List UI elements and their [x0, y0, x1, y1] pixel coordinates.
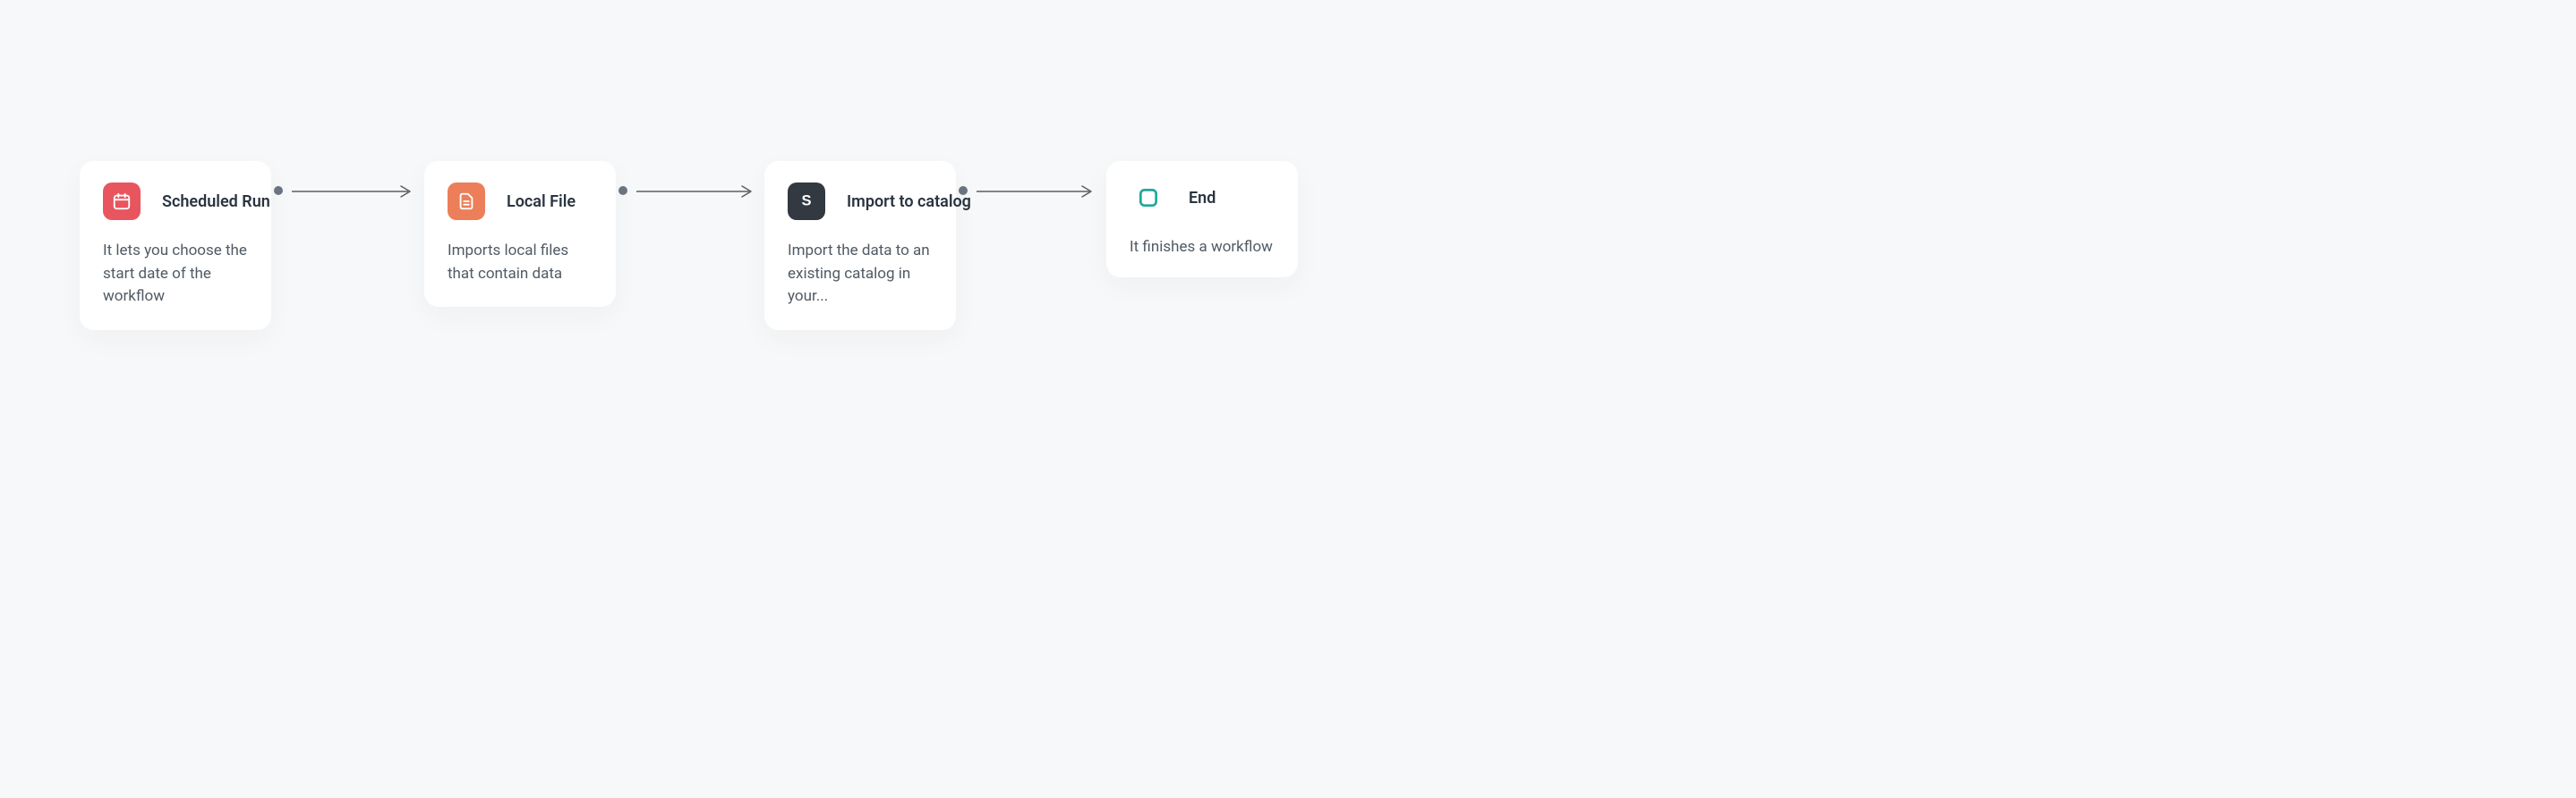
node-local-file[interactable]: Local File Imports local files that cont… [424, 161, 616, 307]
workflow-canvas[interactable]: Scheduled Run It lets you choose the sta… [0, 0, 2576, 798]
output-port[interactable] [274, 186, 283, 195]
node-description: It lets you choose the start date of the… [103, 240, 248, 309]
node-import-catalog[interactable]: S Import to catalog Import the data to a… [764, 161, 956, 330]
output-port[interactable] [959, 186, 968, 195]
stop-icon [1130, 179, 1167, 216]
node-title: End [1189, 189, 1215, 208]
s-icon: S [788, 183, 825, 220]
output-port[interactable] [618, 186, 627, 195]
node-description: Imports local files that contain data [448, 240, 593, 285]
connector-arrow [636, 184, 758, 199]
node-description: It finishes a workflow [1130, 236, 1275, 259]
connector-arrow [292, 184, 417, 199]
node-description: Import the data to an existing catalog i… [788, 240, 933, 309]
node-scheduled-run[interactable]: Scheduled Run It lets you choose the sta… [80, 161, 271, 330]
file-icon [448, 183, 485, 220]
svg-text:S: S [801, 193, 811, 209]
node-title: Import to catalog [847, 192, 971, 211]
node-title: Scheduled Run [162, 192, 270, 211]
connector-arrow [977, 184, 1098, 199]
calendar-icon [103, 183, 141, 220]
node-end[interactable]: End It finishes a workflow [1106, 161, 1298, 277]
node-title: Local File [507, 192, 576, 211]
